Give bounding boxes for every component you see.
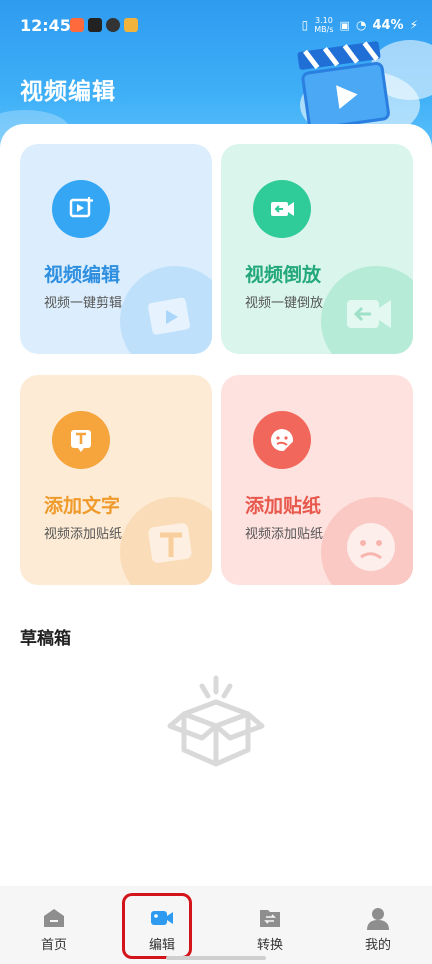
- card-subtitle: 视频添加贴纸: [245, 527, 324, 542]
- sticker-face-icon: [253, 411, 311, 469]
- wifi-icon: ◔: [355, 18, 367, 32]
- text-t-icon: [52, 411, 110, 469]
- tab-label: 我的: [364, 938, 391, 953]
- tab-label: 首页: [40, 938, 67, 953]
- text-t-watermark-icon: [120, 497, 212, 585]
- network-speed: 3.10 MB/s: [314, 16, 334, 34]
- system-indicators: ▯ 3.10 MB/s ▣ ◔ 44% ⚡: [302, 16, 418, 34]
- video-reverse-card[interactable]: 视频倒放 视频一键倒放: [221, 144, 413, 354]
- sim-icon: ▣: [339, 18, 350, 32]
- link-notification-icon: [106, 18, 120, 32]
- video-app-notification-icon: [88, 18, 102, 32]
- video-reverse-icon: [253, 180, 311, 238]
- app-notification-icon: [70, 18, 84, 32]
- card-title: 视频倒放: [245, 264, 322, 286]
- clapperboard-illustration: [297, 41, 390, 131]
- vibrate-icon: ▯: [301, 18, 309, 32]
- battery-level: 44%: [372, 17, 404, 33]
- video-crop-watermark-icon: [120, 266, 212, 354]
- tab-convert[interactable]: 转换: [216, 886, 324, 964]
- add-sticker-card[interactable]: 添加贴纸 视频添加贴纸: [221, 375, 413, 585]
- card-subtitle: 视频添加贴纸: [44, 527, 123, 542]
- charging-icon: ⚡: [409, 18, 418, 32]
- status-time: 12:45: [20, 16, 71, 35]
- empty-box-icon: [167, 675, 265, 767]
- drafts-title: 草稿箱: [20, 629, 71, 649]
- home-icon: [44, 909, 64, 927]
- tab-label: 转换: [256, 938, 283, 953]
- profile-icon: [367, 908, 389, 930]
- card-title: 添加贴纸: [245, 495, 322, 517]
- card-subtitle: 视频一键剪辑: [44, 296, 123, 311]
- card-title: 视频编辑: [44, 264, 121, 286]
- sticker-face-watermark-icon: [321, 497, 413, 585]
- add-text-card[interactable]: 添加文字 视频添加贴纸: [20, 375, 212, 585]
- video-crop-icon: [52, 180, 110, 238]
- home-indicator: [166, 956, 266, 960]
- convert-icon: [260, 910, 280, 927]
- video-edit-card[interactable]: 视频编辑 视频一键剪辑: [20, 144, 212, 354]
- tab-home[interactable]: 首页: [0, 886, 108, 964]
- card-subtitle: 视频一键倒放: [245, 296, 324, 311]
- avatar-notification-icon: [124, 18, 138, 32]
- video-reverse-watermark-icon: [321, 266, 413, 354]
- page-title: 视频编辑: [20, 79, 116, 105]
- card-title: 添加文字: [44, 495, 121, 517]
- bottom-tab-bar: 首页 编辑 转换 我的: [0, 886, 432, 964]
- active-tab-highlight: [122, 893, 192, 959]
- status-bar: 12:45 ▯ 3.10 MB/s ▣ ◔ 44% ⚡: [0, 0, 432, 50]
- tab-profile[interactable]: 我的: [324, 886, 432, 964]
